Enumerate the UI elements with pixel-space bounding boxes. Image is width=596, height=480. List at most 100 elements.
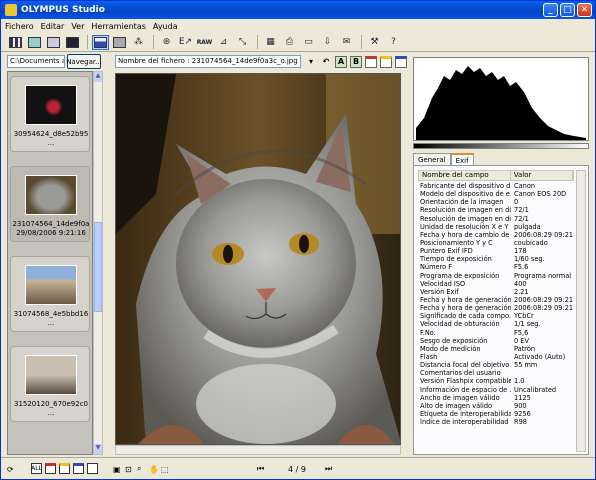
filter-all-button[interactable]: ALL xyxy=(31,463,42,474)
image-horizontal-scrollbar[interactable] xyxy=(115,445,401,455)
download-icon[interactable]: ⇩ xyxy=(319,35,336,50)
navigate-button[interactable]: Navegar... xyxy=(66,54,102,69)
thumbnail-item[interactable]: 31074568_4e5bbd16 ... xyxy=(10,256,90,332)
scroll-up-icon[interactable]: ▲ xyxy=(94,72,102,82)
exif-table-row[interactable]: Modelo del dispositivo de e... Canon EOS … xyxy=(418,190,574,198)
exif-field-name: F.No. xyxy=(420,328,436,337)
exif-table-row[interactable]: Resolución de imagen en di... 72/1 xyxy=(418,215,574,223)
scroll-down-icon[interactable]: ▼ xyxy=(94,444,102,454)
exif-table-row[interactable]: Unidad de resolución X e Y pulgada xyxy=(418,223,574,231)
exif-table-row[interactable]: Índice de interoperabilidad R98 xyxy=(418,418,574,426)
exif-table-row[interactable]: Fecha y hora de generación... 2006:08:29 … xyxy=(418,304,574,312)
exif-table-row[interactable]: Flash Activado (Auto) xyxy=(418,353,574,361)
gray-panel-icon[interactable] xyxy=(111,35,128,50)
column-value[interactable]: Valor xyxy=(511,171,573,180)
exif-table-row[interactable]: Versión Flashpix compatible 1.0 xyxy=(418,377,574,385)
blue-channel-icon[interactable] xyxy=(395,55,407,68)
export-icon[interactable]: E↗ xyxy=(177,35,194,50)
tab-general[interactable]: General xyxy=(413,153,451,165)
scroll-thumb[interactable] xyxy=(94,222,102,312)
red-channel-icon[interactable] xyxy=(365,55,377,68)
slideshow-icon[interactable]: ▭ xyxy=(300,35,317,50)
exif-table-row[interactable]: Distancia focal del objetivo 55 mm xyxy=(418,361,574,369)
exif-scrollbar[interactable] xyxy=(576,170,586,452)
refresh-icon[interactable]: ⟳ xyxy=(7,463,14,475)
close-button[interactable]: ✕ xyxy=(577,3,592,17)
exif-table-row[interactable]: Ancho de imagen válido 1125 xyxy=(418,394,574,402)
exif-table-row[interactable]: Alto de imagen válido 900 xyxy=(418,402,574,410)
exif-table-row[interactable]: Comentarios del usuario xyxy=(418,369,574,377)
exif-table-row[interactable]: Etiqueta de interoperabilidad 9256 xyxy=(418,410,574,418)
menu-fichero[interactable]: Fichero xyxy=(5,22,34,31)
exif-table-row[interactable]: Versión Exif 2.21 xyxy=(418,288,574,296)
exif-table-row[interactable]: Sesgo de exposición 0 EV xyxy=(418,337,574,345)
exif-table-row[interactable]: Programa de exposición Programa normal xyxy=(418,272,574,280)
filter-blue-icon[interactable] xyxy=(73,463,84,474)
help-icon[interactable]: ? xyxy=(385,35,402,50)
cat-photo-image xyxy=(116,74,400,444)
histogram-icon[interactable] xyxy=(92,34,109,50)
browse-mode-icon[interactable] xyxy=(7,35,24,50)
exif-field-name: Flash xyxy=(420,352,438,361)
compare-b-button[interactable]: B xyxy=(350,55,362,68)
minimize-button[interactable]: _ xyxy=(543,3,558,17)
thumbnail-scrollbar[interactable]: ▲ ▼ xyxy=(93,71,103,455)
actual-size-icon[interactable]: ⊡ xyxy=(125,463,132,475)
edit-mode-icon[interactable] xyxy=(45,35,62,50)
exif-table-row[interactable]: Fecha y hora de generación... 2006:08:29 … xyxy=(418,296,574,304)
dropdown-icon[interactable]: ▾ xyxy=(305,56,317,68)
menu-ver[interactable]: Ver xyxy=(71,22,84,31)
color-select-icon[interactable]: ⁂ xyxy=(130,35,147,50)
print-icon[interactable]: ⎙ xyxy=(281,35,298,50)
filter-none-icon[interactable] xyxy=(87,463,98,474)
next-image-icon[interactable]: ⏭ xyxy=(325,463,332,475)
thumbnail-list[interactable]: 30954624_d8e52b95 ... 231074564_14de9f0a… xyxy=(7,71,93,455)
folder-path-field[interactable]: C:\Documents an xyxy=(7,55,65,68)
exif-table-row[interactable]: F.No. F5,6 xyxy=(418,329,574,337)
thumbnail-item-selected[interactable]: 231074564_14de9f0a 29/08/2006 9:21:16 xyxy=(10,166,90,242)
exif-table-row[interactable]: Velocidad ISO 400 xyxy=(418,280,574,288)
thumbnail-item[interactable]: 30954624_d8e52b95 ... xyxy=(10,76,90,152)
batch-icon[interactable]: ▦ xyxy=(262,35,279,50)
exif-table-row[interactable]: Modo de medición Patrón xyxy=(418,345,574,353)
fullscreen-icon[interactable] xyxy=(64,35,81,50)
crop-icon[interactable]: ⊿ xyxy=(215,35,232,50)
menu-ayuda[interactable]: Ayuda xyxy=(153,22,178,31)
mail-icon[interactable]: ✉ xyxy=(338,35,355,50)
exif-table-row[interactable]: Número F F5.6 xyxy=(418,263,574,271)
exif-table-row[interactable]: Información de espacio de ... Uncalibrate… xyxy=(418,386,574,394)
exif-table-row[interactable]: Fecha y hora de cambio de ... 2006:08:29 … xyxy=(418,231,574,239)
tools-icon[interactable]: ⚒ xyxy=(366,35,383,50)
compare-a-button[interactable]: A xyxy=(335,55,347,68)
menu-editar[interactable]: Editar xyxy=(41,22,65,31)
view-mode-icon[interactable] xyxy=(26,35,43,50)
toolbar-separator xyxy=(257,35,258,49)
raw-icon[interactable]: RAW xyxy=(196,35,213,50)
undo-icon[interactable]: ↶ xyxy=(320,56,332,68)
exif-table-row[interactable]: Tiempo de exposición 1/60 seg. xyxy=(418,255,574,263)
exif-table-row[interactable]: Orientación de la imagen 0 xyxy=(418,198,574,206)
exif-table-row[interactable]: Puntero Exif IFD 178 xyxy=(418,247,574,255)
color-balance-icon[interactable]: ⊛ xyxy=(158,35,175,50)
column-field-name[interactable]: Nombre del campo xyxy=(419,171,511,180)
title-bar[interactable]: OLYMPUS Studio _ □ ✕ xyxy=(1,1,595,19)
exif-table-row[interactable]: Fabricante del dispositivo d... Canon xyxy=(418,182,574,190)
resize-icon[interactable]: ⤡ xyxy=(234,35,251,50)
previous-image-icon[interactable]: ⏮ xyxy=(257,463,264,475)
exif-field-value: Uncalibrated xyxy=(514,385,557,394)
exif-table-row[interactable]: Velocidad de obturación 1/1 seg. xyxy=(418,320,574,328)
fit-window-icon[interactable]: ▣ xyxy=(113,463,121,475)
yellow-channel-icon[interactable] xyxy=(380,55,392,68)
select-tool-icon[interactable]: ⬚ xyxy=(161,463,169,475)
main-photo[interactable] xyxy=(115,73,401,445)
exif-table-row[interactable]: Significado de cada compo... YCbCr xyxy=(418,312,574,320)
hand-tool-icon[interactable]: ✋ xyxy=(149,463,159,475)
menu-herramientas[interactable]: Herramientas xyxy=(91,22,146,31)
exif-table-row[interactable]: Posicionamiento Y y C coubicado xyxy=(418,239,574,247)
filter-red-icon[interactable] xyxy=(45,463,56,474)
maximize-button[interactable]: □ xyxy=(560,3,575,17)
zoom-icon[interactable]: ⌕ xyxy=(137,463,141,475)
filter-yellow-icon[interactable] xyxy=(59,463,70,474)
thumbnail-item[interactable]: 31520120_670e92c0 ... xyxy=(10,346,90,422)
exif-table-row[interactable]: Resolución de imagen en di... 72/1 xyxy=(418,206,574,214)
